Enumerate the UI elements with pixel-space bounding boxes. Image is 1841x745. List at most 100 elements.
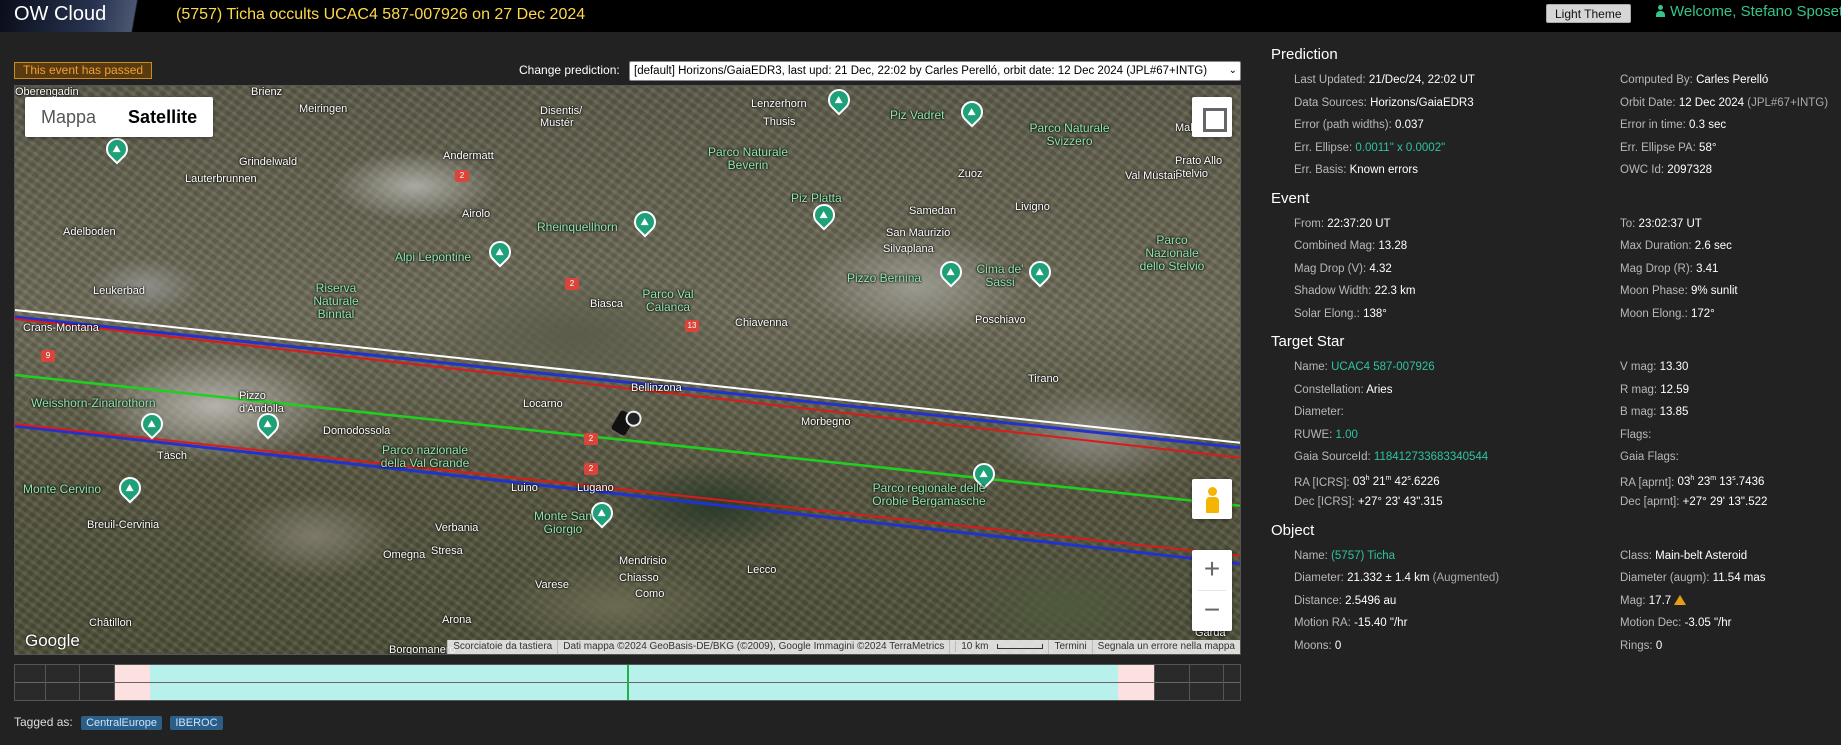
detail-row: RA [aprnt]: 03h 23m 13s.7436 (1620, 469, 1841, 492)
map-place-label: Châtillon (89, 617, 132, 629)
object-name-link[interactable]: (5757) Ticha (1331, 550, 1395, 562)
south-limit-line (15, 424, 1240, 566)
detail-label: Moon Elong.: (1620, 307, 1688, 320)
map-scale[interactable]: 10 km (949, 640, 1048, 654)
timeline-error-after (1118, 665, 1154, 700)
map-type-control: Mappa Satellite (25, 97, 214, 137)
street-view-pegman-icon[interactable] (1192, 479, 1232, 519)
map-place-label: Lenzerhorn (751, 98, 807, 110)
map-data-credit: Dati mappa ©2024 GeoBasis-DE/BKG (©2009)… (557, 640, 949, 654)
welcome-text[interactable]: Welcome, Stefano Sposetti (1670, 3, 1841, 20)
map-place-label: Chiasso (619, 572, 659, 584)
event-timeline[interactable] (14, 664, 1241, 701)
detail-label: Err. Ellipse: (1294, 141, 1353, 154)
detail-row: Diameter: 21.332 ± 1.4 km (Augmented) (1294, 567, 1620, 590)
detail-value: 17.7 (1648, 594, 1672, 607)
detail-row: Dec [ICRS]: +27° 23' 43".315 (1294, 491, 1620, 514)
map-place-label: Parco Naturale Beverin (707, 145, 789, 172)
road-sign: 2 (455, 170, 469, 182)
app-logo[interactable]: OW Cloud (0, 0, 165, 32)
detail-row: Rings: 0 (1620, 635, 1841, 658)
detail-label: Error (path widths): (1294, 119, 1392, 131)
prediction-select-value[interactable]: [default] Horizons/GaiaEDR3, last upd: 2… (634, 65, 1207, 77)
map-place-label: Omegna (383, 549, 426, 561)
zoom-out-button[interactable]: − (1192, 591, 1232, 631)
detail-label: To: (1620, 217, 1636, 230)
map-place-label: Como (635, 588, 665, 600)
gaia-sourceid-link[interactable]: 118412733683340544 (1374, 451, 1488, 463)
map-place-label: Parco nazionale della Val Grande (380, 443, 470, 470)
detail-label: Err. Basis: (1294, 164, 1347, 176)
map-place-label: Disentis/ Mustér (540, 105, 583, 129)
detail-row: Diameter (augm): 11.54 mas (1620, 567, 1841, 590)
detail-label: Motion Dec: (1620, 617, 1682, 629)
detail-value: 13.85 (1659, 406, 1689, 418)
detail-label: Mag Drop (R): (1620, 262, 1693, 275)
timeline-tick (45, 665, 46, 700)
detail-label: Mag: (1620, 594, 1646, 607)
map-place-label: Borgomanero (389, 644, 456, 655)
detail-row: OWC Id: 2097328 (1620, 159, 1841, 182)
keyboard-shortcuts-link[interactable]: Scorciatoie da tastiera (447, 640, 557, 654)
detail-label: OWC Id: (1620, 164, 1665, 176)
logo-text[interactable]: OW Cloud (14, 3, 106, 26)
detail-label: Dec [ICRS]: (1294, 496, 1355, 508)
detail-value: -15.40 "/hr (1354, 617, 1408, 629)
detail-row: Mag: 17.7 (1620, 590, 1841, 613)
prediction-grid: Last Updated: 21/Dec/24, 22:02 UT Data S… (1271, 69, 1841, 182)
change-prediction-label: Change prediction: (519, 63, 620, 77)
map-place-label: Rheinquellhorn (537, 220, 618, 234)
detail-row: Solar Elong.: 138° (1294, 303, 1620, 326)
star-name-link[interactable]: UCAC4 587-007926 (1331, 361, 1435, 373)
detail-value: Known errors (1349, 164, 1418, 176)
detail-value: 22.3 km (1374, 285, 1416, 297)
map-place-label: Silvaplana (883, 243, 934, 255)
map-type-satellite-button[interactable]: Satellite (112, 97, 213, 137)
warning-icon[interactable] (1674, 594, 1687, 605)
prediction-select[interactable]: [default] Horizons/GaiaEDR3, last upd: 2… (629, 61, 1241, 81)
map-place-label: Prato Allo Stelvio (1175, 155, 1223, 180)
detail-label: Error in time: (1620, 119, 1686, 131)
prediction-section-title: Prediction (1271, 46, 1338, 63)
map-place-label: Varese (535, 579, 570, 591)
road-sign: 2 (584, 463, 598, 475)
tag-iberoc[interactable]: IBEROC (170, 716, 223, 730)
detail-row: Name: (5757) Ticha (1294, 545, 1620, 568)
map-place-label: Luino (511, 482, 538, 494)
timeline-event-window (150, 665, 1118, 700)
map-place-label: San Maurizio (886, 227, 951, 239)
chevron-down-icon[interactable]: ⌄ (1229, 62, 1237, 80)
detail-row: Combined Mag: 13.28 (1294, 235, 1620, 258)
welcome-user-link[interactable]: Welcome, Stefano Sposetti (1656, 3, 1841, 20)
map-place-label: Piz Platta (791, 191, 842, 205)
terms-link[interactable]: Termini (1048, 640, 1091, 654)
map-place-label: Stresa (431, 545, 463, 557)
report-error-link[interactable]: Segnala un errore nella mappa (1091, 640, 1240, 654)
zoom-in-button[interactable]: + (1192, 550, 1232, 590)
target-star-section-title: Target Star (1271, 333, 1345, 350)
map-place-label: Lugano (577, 482, 614, 494)
detail-row: Data Sources: Horizons/GaiaEDR3 (1294, 92, 1620, 115)
err-ellipse-link[interactable]: 0.0011" x 0.0002" (1355, 142, 1445, 154)
detail-row: Orbit Date: 12 Dec 2024 (JPL#67+INTG) (1620, 92, 1841, 115)
detail-value: +27° 23' 43".315 (1357, 496, 1443, 508)
map-place-label: Livigno (1015, 201, 1050, 213)
map-type-mappa-button[interactable]: Mappa (25, 97, 112, 137)
tags-row: Tagged as: CentralEurope IBEROC (14, 715, 223, 730)
detail-row: Error in time: 0.3 sec (1620, 114, 1841, 137)
satellite-map[interactable]: 2 2 13 9 2 2 Brienz Meiringen Disentis/ … (14, 85, 1241, 655)
light-theme-button[interactable]: Light Theme (1546, 4, 1631, 23)
timeline-error-before (114, 665, 150, 700)
detail-label: Shadow Width: (1294, 285, 1372, 297)
detail-row: RUWE: 1.00 (1294, 424, 1620, 447)
map-place-label: Alpi Lepontine (395, 250, 472, 264)
detail-label: Gaia SourceId: (1294, 451, 1371, 463)
top-bar: OW Cloud (5757) Ticha occults UCAC4 587-… (0, 0, 1841, 32)
detail-value: 0 (1655, 639, 1663, 652)
scale-bar (997, 643, 1044, 649)
event-title: (5757) Ticha occults UCAC4 587-007926 on… (176, 6, 586, 23)
detail-row: Computed By: Carles Perelló (1620, 69, 1841, 92)
fullscreen-icon[interactable] (1192, 97, 1232, 137)
tag-centraleurope[interactable]: CentralEurope (81, 716, 162, 730)
ruwe-link[interactable]: 1.00 (1336, 429, 1358, 441)
